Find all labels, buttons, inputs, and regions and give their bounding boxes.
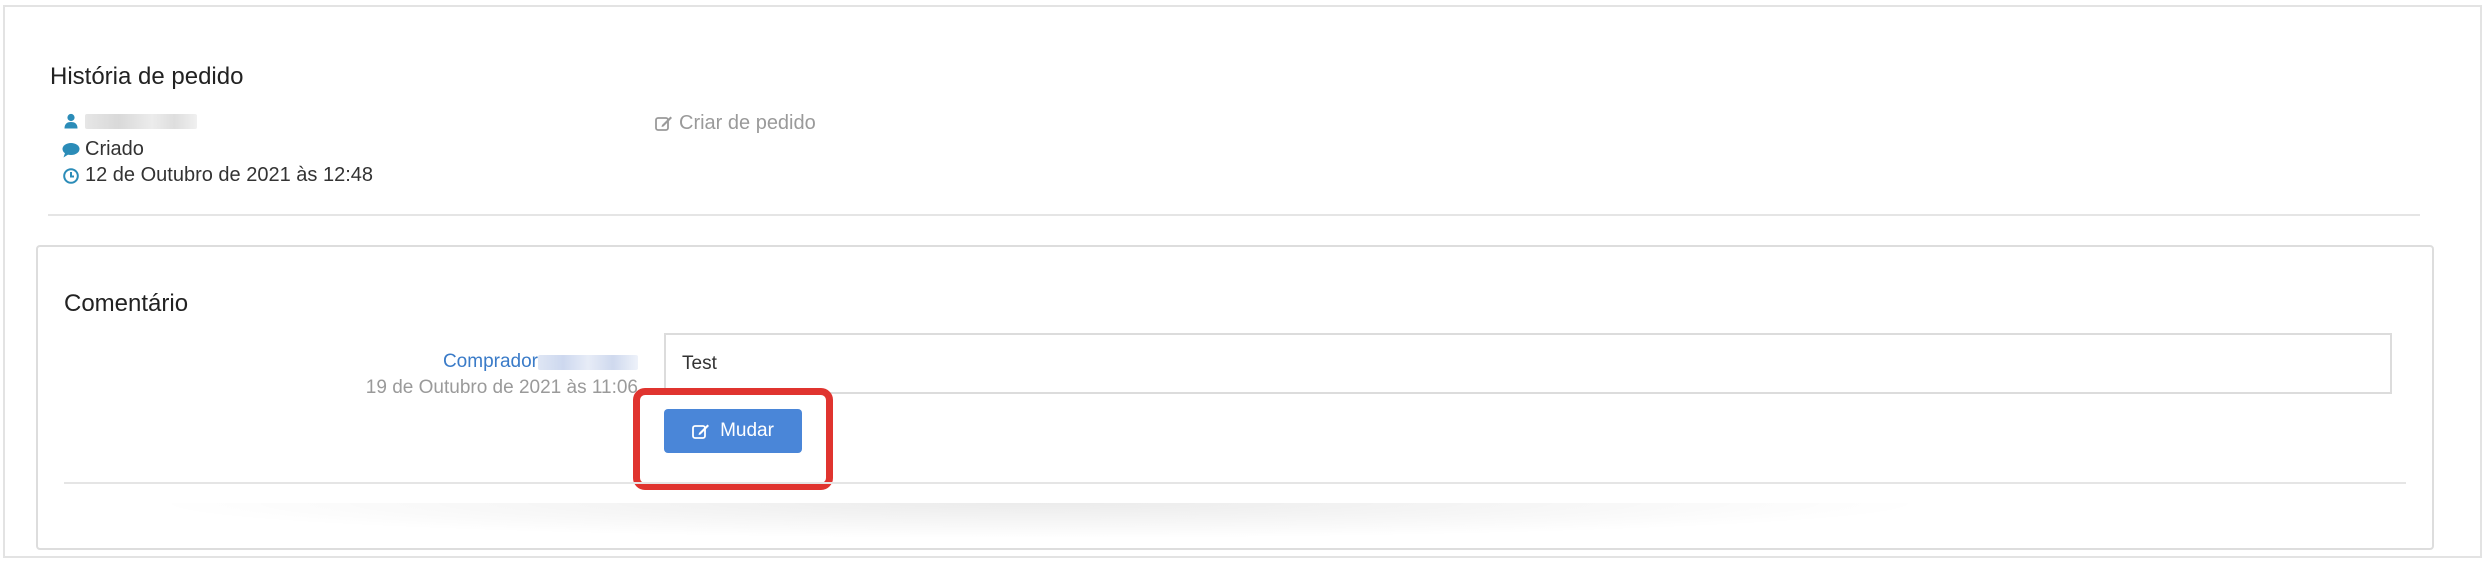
edit-button-label: Mudar — [720, 420, 774, 441]
buyer-link[interactable]: Comprador — [443, 351, 538, 373]
create-order-label: Criar de pedido — [679, 112, 816, 134]
history-date-row: 12 de Outubro de 2021 às 12:48 — [62, 164, 373, 187]
comment-author-line: Comprador — [443, 351, 638, 373]
history-user-row — [62, 112, 197, 130]
clock-icon — [62, 167, 80, 185]
redacted-buyer-name — [538, 354, 638, 370]
history-divider — [48, 214, 2420, 216]
redacted-user-name — [85, 113, 197, 129]
history-status-row: Criado — [62, 138, 144, 161]
comment-text-box[interactable]: Test — [664, 333, 2392, 394]
create-order-action: Criar de pedido — [655, 112, 816, 135]
edit-icon — [655, 115, 673, 132]
comment-divider — [64, 482, 2406, 484]
history-title: História de pedido — [50, 63, 244, 90]
history-date: 12 de Outubro de 2021 às 12:48 — [85, 164, 374, 186]
user-icon — [62, 112, 80, 130]
edit-icon — [692, 423, 710, 440]
comment-icon — [62, 141, 80, 159]
history-status: Criado — [85, 138, 144, 160]
comment-date: 19 de Outubro de 2021 às 11:06 — [365, 377, 638, 398]
edit-comment-button[interactable]: Mudar — [664, 409, 802, 453]
bottom-shadow — [140, 503, 1940, 539]
comment-text: Test — [682, 353, 717, 374]
comment-title: Comentário — [64, 290, 189, 317]
